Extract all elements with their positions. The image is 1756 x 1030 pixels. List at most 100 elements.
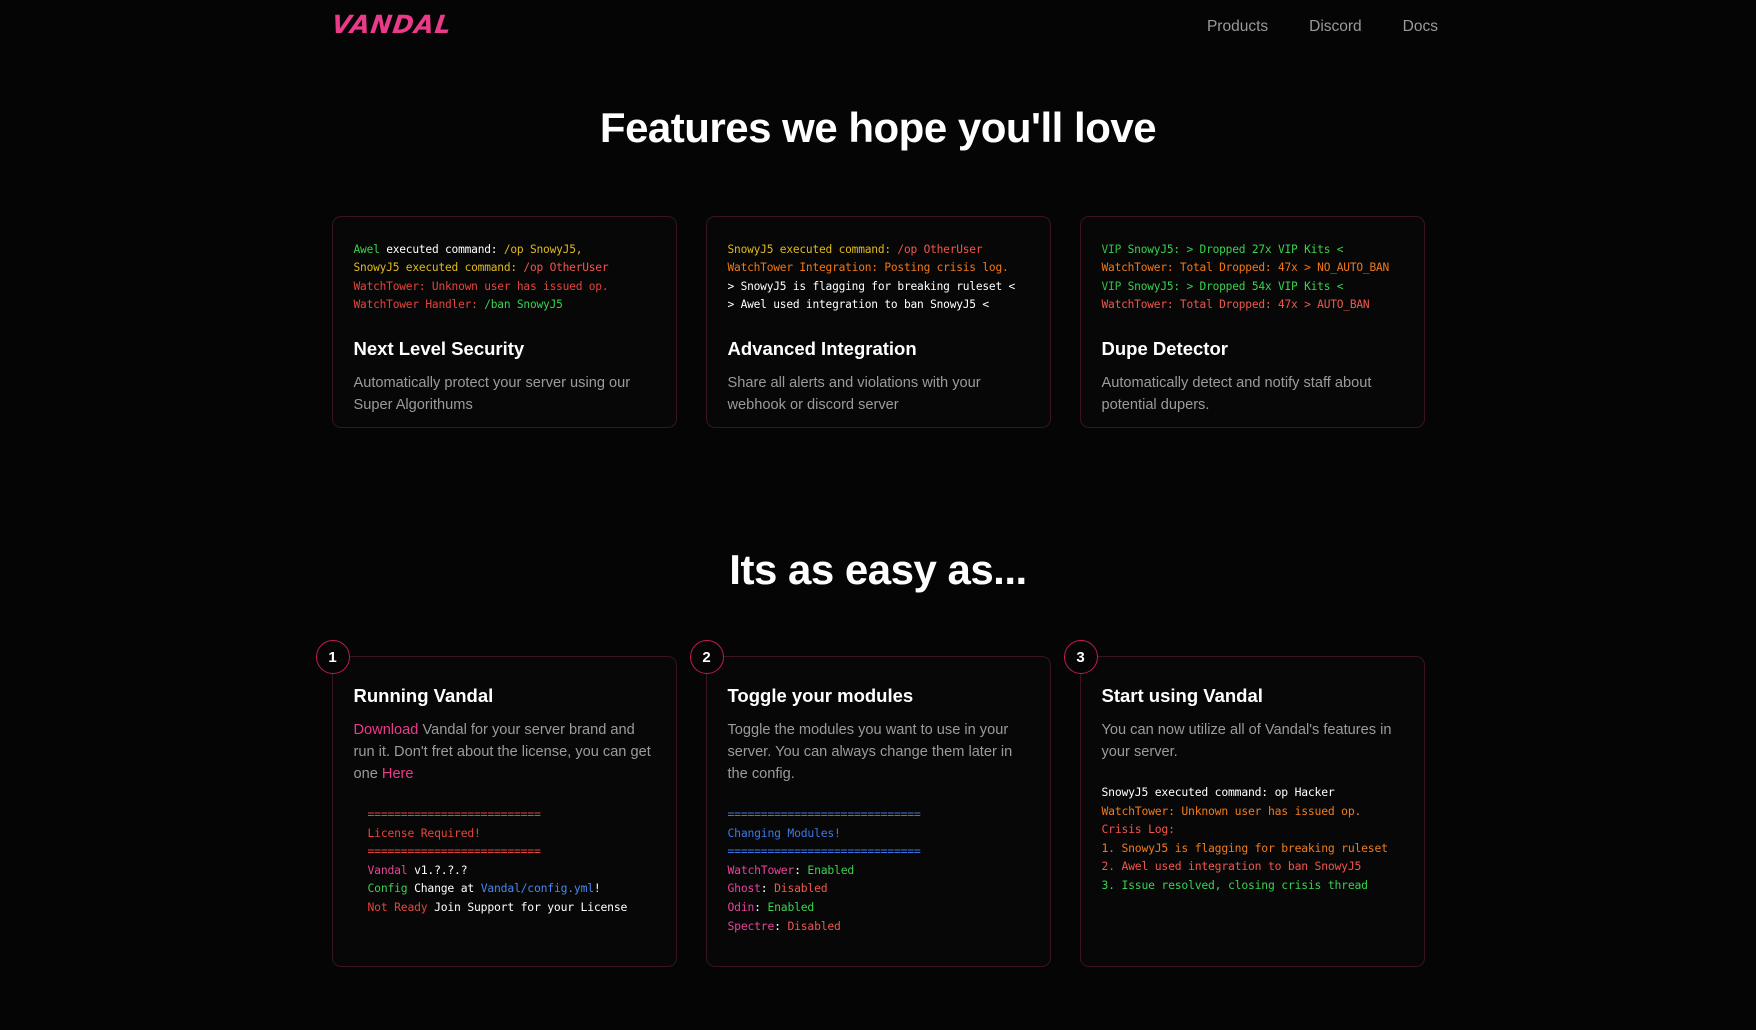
terminal-segment: Ghost: [727, 881, 761, 896]
step-description: Toggle the modules you want to use in yo…: [728, 719, 1029, 785]
terminal-segment: :: [754, 899, 768, 914]
step-card-running-vandal: 1 Running Vandal Download Vandal for you…: [315, 640, 677, 967]
terminal-segment: WatchTower Handler:: [353, 297, 485, 311]
terminal-segment: VIP: [1101, 243, 1122, 256]
terminal-segment: ==========================: [367, 844, 541, 859]
terminal-segment: Spectre: [727, 918, 775, 933]
steps-row: 1 Running Vandal Download Vandal for you…: [0, 640, 1756, 967]
terminal-segment: =============================: [727, 844, 921, 859]
terminal-segment: Join Support for your License: [427, 899, 628, 914]
feature-card-dupe-detector: VIP SnowyJ5: > Dropped 27x VIP Kits < Wat…: [1079, 216, 1425, 428]
feature-card-description: Share all alerts and violations with you…: [727, 375, 981, 414]
terminal-segment: /ban SnowyJ5: [484, 297, 563, 311]
terminal-line: =============================: [728, 805, 1029, 824]
terminal-log: VIP SnowyJ5: > Dropped 27x VIP Kits < Wat…: [1102, 241, 1403, 314]
terminal-segment: Awel: [353, 243, 380, 256]
terminal-line: ==========================: [368, 805, 655, 824]
terminal-log: SnowyJ5 executed command: op Hacker Watch…: [1102, 783, 1403, 895]
step-card-toggle-modules: 2 Toggle your modules Toggle the modules…: [689, 640, 1051, 967]
terminal-segment: SnowyJ5: > Dropped 27x VIP Kits <: [1121, 243, 1344, 256]
terminal-segment: VIP: [1101, 279, 1122, 293]
terminal-segment: Disabled: [774, 881, 828, 896]
terminal-segment: :: [774, 918, 788, 933]
terminal-line: Awel executed command: /op SnowyJ5,: [354, 241, 655, 259]
terminal-line: VIP SnowyJ5: > Dropped 54x VIP Kits <: [1102, 278, 1403, 296]
inline-link[interactable]: Download: [354, 722, 419, 738]
nav-links: Products Discord Docs: [1207, 18, 1438, 36]
feature-card-title: Dupe Detector: [1101, 338, 1228, 360]
steps-heading: Its as easy as...: [729, 546, 1027, 593]
step-description: You can now utilize all of Vandal's feat…: [1102, 719, 1403, 763]
terminal-segment: 3. Issue resolved, closing crisis thread: [1101, 877, 1369, 892]
terminal-segment: > Awel used integration to ban SnowyJ5 <: [727, 297, 990, 311]
features-heading: Features we hope you'll love: [599, 104, 1157, 151]
terminal-segment: Vandal/config.yml: [480, 881, 594, 896]
description-text: You can now utilize all of Vandal's feat…: [1101, 722, 1392, 760]
terminal-segment: License Required!: [367, 825, 481, 840]
terminal-line: Crisis Log:: [1102, 820, 1403, 839]
terminal-line: > Awel used integration to ban SnowyJ5 <: [728, 296, 1029, 314]
terminal-line: WatchTower Handler: /ban SnowyJ5: [354, 296, 655, 314]
terminal-segment: Change at: [407, 881, 481, 896]
terminal-line: VIP SnowyJ5: > Dropped 27x VIP Kits <: [1102, 241, 1403, 259]
terminal-line: Ghost: Disabled: [728, 879, 1029, 898]
terminal-line: 1. SnowyJ5 is flagging for breaking rule…: [1102, 839, 1403, 858]
terminal-segment: SnowyJ5: > Dropped 54x VIP Kits <: [1121, 279, 1344, 293]
feature-card-title: Advanced Integration: [727, 338, 917, 360]
terminal-line: Vandal v1.?.?.?: [368, 861, 655, 880]
terminal-segment: /op SnowyJ5,: [503, 243, 583, 256]
step-badge: 3: [1063, 640, 1098, 674]
terminal-segment: Enabled: [807, 862, 855, 877]
terminal-segment: =============================: [727, 807, 921, 821]
feature-card-description: Automatically protect your server using …: [353, 375, 631, 414]
terminal-segment: Not Ready: [367, 899, 428, 914]
nav-link-docs[interactable]: Docs: [1403, 18, 1438, 36]
terminal-log: SnowyJ5 executed command: /op OtherUser W…: [728, 241, 1029, 314]
terminal-line: SnowyJ5 executed command: op Hacker: [1102, 783, 1403, 802]
terminal-segment: WatchTower Integration: Posting crisis l…: [727, 261, 1009, 275]
terminal-line: 3. Issue resolved, closing crisis thread: [1102, 876, 1403, 895]
nav-link-discord[interactable]: Discord: [1309, 18, 1362, 36]
terminal-segment: Crisis Log:: [1101, 822, 1175, 837]
nav-link-products[interactable]: Products: [1207, 18, 1268, 36]
terminal-line: WatchTower: Unknown user has issued op.: [1102, 802, 1403, 821]
terminal-segment: !: [593, 881, 601, 896]
terminal-segment: :: [760, 881, 775, 896]
terminal-segment: /op OtherUser: [897, 243, 983, 256]
feature-cards-row: Awel executed command: /op SnowyJ5, Snowy…: [0, 216, 1756, 428]
terminal-line: WatchTower: Total Dropped: 47x > NO_AUTO…: [1102, 259, 1403, 277]
terminal-line: WatchTower Integration: Posting crisis l…: [728, 259, 1029, 277]
terminal-line: ==========================: [368, 842, 655, 861]
terminal-line: WatchTower: Enabled: [728, 861, 1029, 880]
terminal-segment: Enabled: [767, 899, 815, 914]
terminal-log: Awel executed command: /op SnowyJ5, Snowy…: [354, 241, 655, 314]
terminal-log: ============================= Changing Mo…: [728, 805, 1029, 935]
terminal-line: Odin: Enabled: [728, 898, 1029, 917]
terminal-line: WatchTower: Total Dropped: 47x > AUTO_BA…: [1102, 296, 1403, 314]
terminal-segment: /op OtherUser: [523, 261, 609, 275]
terminal-line: Changing Modules!: [728, 824, 1029, 843]
terminal-segment: SnowyJ5 executed command:: [727, 243, 898, 256]
step-title: Start using Vandal: [1101, 685, 1263, 706]
brand-logo[interactable]: VANDAL: [330, 10, 454, 39]
description-text: Toggle the modules you want to use in yo…: [727, 722, 1013, 782]
step-description: Download Vandal for your server brand an…: [354, 719, 655, 785]
inline-link[interactable]: Here: [382, 766, 414, 782]
terminal-line: > SnowyJ5 is flagging for breaking rules…: [728, 278, 1029, 296]
step-card-start-using-vandal: 3 Start using Vandal You can now utilize…: [1063, 640, 1425, 967]
step-badge: 1: [315, 640, 350, 674]
terminal-segment: Odin: [727, 899, 755, 914]
terminal-line: Not Ready Join Support for your License: [368, 898, 655, 917]
step-badge: 2: [689, 640, 724, 674]
terminal-line: SnowyJ5 executed command: /op OtherUser: [354, 259, 655, 277]
feature-card-description: Automatically detect and notify staff ab…: [1101, 375, 1372, 414]
feature-card-advanced-integration: SnowyJ5 executed command: /op OtherUser W…: [705, 216, 1051, 428]
terminal-log: ========================== License Requir…: [354, 805, 655, 917]
terminal-segment: WatchTower: Total Dropped: 47x > AUTO_BA…: [1101, 297, 1370, 311]
terminal-segment: ==========================: [367, 807, 541, 821]
navbar: VANDAL Products Discord Docs: [0, 0, 1756, 56]
terminal-segment: WatchTower: [727, 862, 795, 877]
terminal-segment: Vandal: [367, 862, 408, 877]
terminal-segment: executed command:: [379, 243, 504, 256]
steps-section: 1 Running Vandal Download Vandal for you…: [0, 640, 1756, 967]
